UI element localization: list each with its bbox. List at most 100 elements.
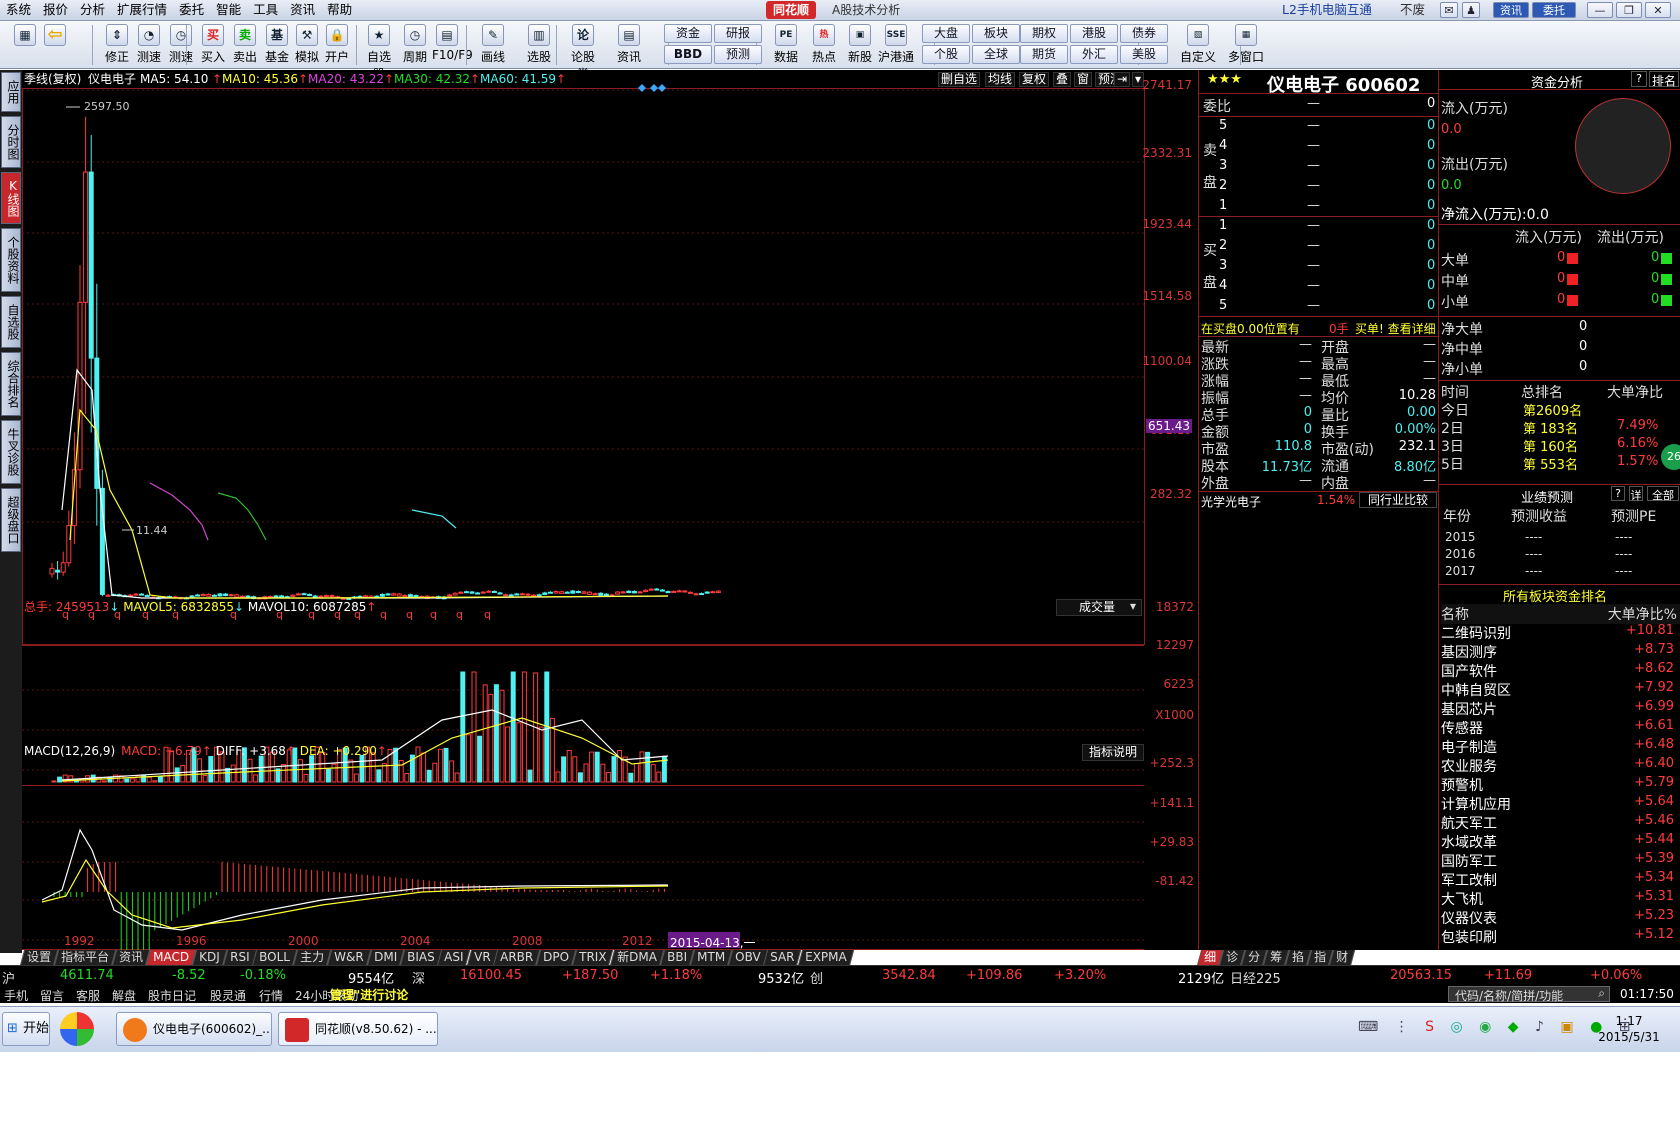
indicator-tab-15[interactable]: TRIX	[572, 950, 614, 966]
indicator-tab-3[interactable]: MACD	[145, 950, 197, 966]
quick-button-9[interactable]: 期货	[1020, 45, 1068, 64]
quick-button-1[interactable]: BBD	[664, 45, 712, 64]
toolbar2-button-2[interactable]: ▣ 新股	[842, 23, 878, 65]
sector-name[interactable]: 国防军工	[1441, 851, 1497, 871]
event-marker-icon[interactable]	[650, 84, 658, 92]
indicator-tab-13[interactable]: ARBR	[493, 950, 541, 966]
industry-compare-button[interactable]: 同行业比较	[1359, 492, 1437, 508]
quick-button-0[interactable]: 资金	[664, 24, 712, 43]
toolbar-button-4[interactable]: ◷ 测速	[166, 23, 196, 65]
indicator-tab-9[interactable]: DMI	[366, 950, 404, 966]
quick-button-5[interactable]: 个股	[922, 45, 970, 64]
left-tab-7[interactable]: 超级盘口	[1, 488, 21, 552]
indicator-tab-2[interactable]: 资讯	[111, 950, 151, 966]
bottom-link-1[interactable]: 留言	[40, 987, 64, 1004]
indicator-tab-17[interactable]: BBI	[659, 950, 694, 966]
menu-item-6[interactable]: 工具	[247, 0, 284, 20]
indicator-tab-19[interactable]: OBV	[727, 950, 768, 966]
menu-item-5[interactable]: 智能	[210, 0, 247, 20]
bottom-link-6[interactable]: 行情	[259, 987, 283, 1004]
sector-name[interactable]: 仪器仪表	[1441, 908, 1497, 928]
indicator-tab-21[interactable]: EXPMA	[797, 950, 854, 966]
menu-item-2[interactable]: 分析	[74, 0, 111, 20]
sell-price[interactable]: —	[1307, 178, 1320, 193]
toolbar2-button-4[interactable]: ▧ 自定义	[1180, 23, 1216, 65]
sell-price[interactable]: —	[1307, 138, 1320, 153]
left-tab-2[interactable]: K线图	[1, 172, 21, 224]
fund-rank-button[interactable]: 排名	[1649, 71, 1679, 88]
buy-price[interactable]: —	[1307, 218, 1320, 233]
toolbar2-button-1[interactable]: 热热点	[806, 23, 842, 65]
sector-name[interactable]: 预警机	[1441, 775, 1483, 795]
floating-badge[interactable]: 26	[1661, 444, 1680, 470]
toolbar-button-8[interactable]: ⚒ 模拟	[292, 23, 322, 65]
toolbar-button-1[interactable]: ⇦	[40, 23, 70, 48]
quick-button-4[interactable]: 大盘	[922, 24, 970, 43]
start-button[interactable]: ⊞ 开始	[2, 1012, 50, 1046]
toolbar-button-11[interactable]: ◷ 周期	[400, 23, 430, 65]
indicator-tab-1[interactable]: 指标平台	[53, 950, 117, 966]
left-tab-3[interactable]: 个股资料	[1, 228, 21, 292]
bottom-link-3[interactable]: 解盘	[112, 987, 136, 1004]
left-tab-4[interactable]: 自选股	[1, 296, 21, 348]
toolbar-button-6[interactable]: 卖卖出	[230, 23, 260, 65]
left-tab-0[interactable]: 应用	[1, 72, 21, 112]
left-tab-1[interactable]: 分时图	[1, 116, 21, 168]
sector-name[interactable]: 大飞机	[1441, 889, 1483, 909]
sector-name[interactable]: 国产软件	[1441, 661, 1497, 681]
menu-item-1[interactable]: 报价	[37, 0, 74, 20]
toolbar-button-14[interactable]: ▥ 选股	[524, 23, 554, 65]
tshirt-icon[interactable]: ♟	[1462, 2, 1480, 18]
indicator-tab-6[interactable]: BOLL	[252, 950, 298, 966]
sector-name[interactable]: 传感器	[1441, 718, 1483, 738]
toolbar2-button-0[interactable]: PE 数据	[768, 23, 804, 65]
indicator-tab-8[interactable]: W&R	[326, 950, 371, 966]
indicator-tab-10[interactable]: BIAS	[399, 950, 442, 966]
toolbar-button-5[interactable]: 买买入	[198, 23, 228, 65]
sell-price[interactable]: —	[1307, 118, 1320, 133]
toolbar-button-7[interactable]: 基基金	[262, 23, 292, 65]
sector-header-value[interactable]: 大单净比%	[1551, 604, 1680, 624]
sector-name[interactable]: 军工改制	[1441, 870, 1497, 890]
sell-price[interactable]: —	[1307, 158, 1320, 173]
menu-item-3[interactable]: 扩展行情	[111, 0, 173, 20]
quick-button-13[interactable]: 美股	[1120, 45, 1168, 64]
promo-link[interactable]: 买单! 查看详细	[1355, 320, 1436, 337]
menu-item-4[interactable]: 委托	[173, 0, 210, 20]
quick-button-2[interactable]: 研报	[714, 24, 762, 43]
indicator-help-button[interactable]: 指标说明	[1082, 744, 1144, 761]
kline-chart-area[interactable]: 季线(复权) 仪电电子 MA5: 54.10 ↑ MA10: 45.36 ↑ M…	[19, 70, 1198, 966]
indicator-tab-0[interactable]: 设置	[19, 950, 59, 966]
indicator-tab-11[interactable]: ASI	[437, 950, 471, 966]
sector-name[interactable]: 农业服务	[1441, 756, 1497, 776]
toolbar-button-3[interactable]: ◔ 测速	[134, 23, 164, 65]
quick-button-10[interactable]: 港股	[1070, 24, 1118, 43]
sell-price[interactable]: —	[1307, 198, 1320, 213]
bottom-link-5[interactable]: 股灵通	[210, 987, 246, 1004]
sector-name[interactable]: 电子制造	[1441, 737, 1497, 757]
industry-label[interactable]: 光学光电子	[1201, 493, 1261, 510]
buy-price[interactable]: —	[1307, 298, 1320, 313]
quick-button-8[interactable]: 期权	[1020, 24, 1068, 43]
app-launcher-icon[interactable]	[60, 1012, 94, 1046]
event-marker-icon[interactable]	[638, 84, 646, 92]
menu-item-8[interactable]: 帮助	[321, 0, 358, 20]
quick-button-7[interactable]: 全球	[972, 45, 1020, 64]
search-box[interactable]: 代码/名称/简拼/功能 ⌕	[1448, 986, 1610, 1003]
sector-name[interactable]: 计算机应用	[1441, 794, 1511, 814]
indicator-tab-14[interactable]: DPO	[536, 950, 577, 966]
sector-name[interactable]: 基因测序	[1441, 642, 1497, 662]
buy-price[interactable]: —	[1307, 278, 1320, 293]
chart-canvas[interactable]: qqqqqqqqqqqqqqq	[22, 70, 1198, 950]
toolbar2-button-3[interactable]: SSE 沪港通	[878, 23, 914, 65]
restore-icon[interactable]: ❐	[1616, 2, 1642, 18]
toolbar-button-12[interactable]: ▤ F10/F9	[432, 23, 473, 62]
sector-name[interactable]: 中韩自贸区	[1441, 680, 1511, 700]
forecast-help-button[interactable]: ?	[1611, 486, 1625, 501]
toolbar-button-9[interactable]: 🔒 开户	[322, 23, 352, 65]
quick-button-11[interactable]: 外汇	[1070, 45, 1118, 64]
news-ticker[interactable]: 管理"进行讨论	[330, 986, 408, 1003]
trade-button[interactable]: 委托	[1532, 2, 1576, 18]
buy-price[interactable]: —	[1307, 258, 1320, 273]
close-icon[interactable]: ✕	[1645, 2, 1671, 18]
